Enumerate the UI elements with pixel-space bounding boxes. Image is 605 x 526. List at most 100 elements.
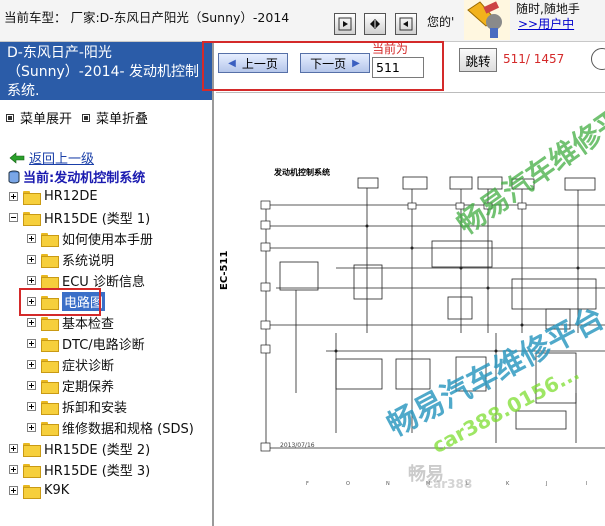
tree-item-label: 拆卸和安装 xyxy=(62,401,128,416)
tree-item[interactable]: 如何使用本手册 xyxy=(0,228,212,249)
back-link-label: 返回上一级 xyxy=(29,152,95,167)
selection-highlight xyxy=(19,288,101,316)
right-arrow-icon: ▶ xyxy=(352,57,360,69)
folder-icon xyxy=(23,442,41,457)
tree-item-label: HR15DE (类型 3) xyxy=(44,464,151,479)
expand-toggle-icon[interactable] xyxy=(27,234,36,243)
section-code-label: EC-511 xyxy=(219,250,230,290)
tree-item[interactable]: 维修数据和规格 (SDS) xyxy=(0,417,212,438)
folder-icon xyxy=(41,274,59,289)
tree-item[interactable]: 系统说明 xyxy=(0,249,212,270)
expand-toggle-icon[interactable] xyxy=(27,423,36,432)
svg-text:N: N xyxy=(386,481,390,487)
expand-all-label: 菜单展开 xyxy=(20,112,73,127)
play-left-icon[interactable] xyxy=(395,13,417,35)
search-icon[interactable] xyxy=(591,48,605,70)
expand-toggle-icon[interactable] xyxy=(27,255,36,264)
play-right-icon[interactable] xyxy=(334,13,356,35)
expand-all-button[interactable]: 菜单展开 xyxy=(6,108,72,127)
tree-item-label: 维修数据和规格 (SDS) xyxy=(62,422,194,437)
svg-text:F: F xyxy=(306,481,309,487)
mascot-logo xyxy=(464,0,510,40)
menu-tree: HR12DE HR15DE (类型 1) 如何使用本手册 系统说明 ECU 诊断信息 电路… xyxy=(0,186,212,501)
expand-toggle-icon[interactable] xyxy=(27,381,36,390)
folder-icon xyxy=(23,190,41,205)
collapse-all-button[interactable]: 菜单折叠 xyxy=(82,108,148,127)
current-vehicle-text: 当前车型： 厂家:D-东风日产阳光（Sunny）-2014 xyxy=(4,11,290,25)
tree-item-label: HR15DE (类型 2) xyxy=(44,443,151,458)
tree-item-label: 系统说明 xyxy=(62,254,115,269)
square-bullet-icon xyxy=(6,114,14,122)
jump-button[interactable]: 跳转 xyxy=(459,48,497,72)
tree-item-label: HR15DE (类型 1) xyxy=(44,212,151,227)
svg-text:M: M xyxy=(426,481,430,487)
expand-toggle-icon[interactable] xyxy=(9,444,18,453)
tree-item-label: K9K xyxy=(44,483,70,498)
page-number-input[interactable]: 511 xyxy=(372,57,424,78)
tree-item[interactable]: DTC/电路诊断 xyxy=(0,333,212,354)
tree-item[interactable]: 定期保养 xyxy=(0,375,212,396)
svg-text:I: I xyxy=(586,481,587,487)
left-arrow-icon: ◀ xyxy=(228,57,236,69)
tree-item-label: 症状诊断 xyxy=(62,359,115,374)
sidebar: D-东风日产-阳光（Sunny）-2014- 发动机控制系统. 菜单展开 菜单折… xyxy=(0,42,214,526)
svg-text:L: L xyxy=(466,481,469,487)
tree-item[interactable]: HR15DE (类型 1) xyxy=(0,207,212,228)
greeting-text: 您的' xyxy=(427,15,455,29)
tree-item[interactable]: 拆卸和安装 xyxy=(0,396,212,417)
back-link[interactable]: 返回上一级 xyxy=(9,148,94,167)
folder-icon xyxy=(41,421,59,436)
current-system: 当前:发动机控制系统 xyxy=(8,167,145,186)
expand-toggle-icon[interactable] xyxy=(27,339,36,348)
expand-toggle-icon[interactable] xyxy=(9,192,18,201)
svg-text:K: K xyxy=(506,481,510,487)
user-center-link[interactable]: >>用户中 xyxy=(518,15,574,32)
folder-icon xyxy=(41,400,59,415)
tree-item[interactable]: HR15DE (类型 2) xyxy=(0,438,212,459)
database-icon xyxy=(8,170,20,183)
prev-page-button[interactable]: ◀ 上一页 xyxy=(218,53,288,73)
expand-toggle-icon[interactable] xyxy=(9,486,18,495)
square-bullet-icon xyxy=(82,114,91,122)
folder-icon xyxy=(23,463,41,478)
folder-icon xyxy=(41,316,59,331)
page-count-text: 511/ 1457 xyxy=(503,52,565,66)
tree-item-label: HR12DE xyxy=(44,189,98,204)
tree-item[interactable]: HR15DE (类型 3) xyxy=(0,459,212,480)
folder-icon xyxy=(41,379,59,394)
top-bar: 当前车型： 厂家:D-东风日产阳光（Sunny）-2014 您的' 随时,随地手… xyxy=(0,0,605,42)
folder-icon xyxy=(23,211,41,226)
diagram-title: 发动机控制系统 xyxy=(274,168,330,177)
tree-item[interactable]: 症状诊断 xyxy=(0,354,212,375)
folder-icon xyxy=(23,484,41,499)
svg-text:O: O xyxy=(346,481,350,487)
expand-toggle-icon[interactable] xyxy=(27,276,36,285)
folder-icon xyxy=(41,232,59,247)
next-page-button[interactable]: 下一页 ▶ xyxy=(300,53,370,73)
tree-item-label: 如何使用本手册 xyxy=(62,233,154,248)
fit-arrows-icon[interactable] xyxy=(364,13,386,35)
wiring-diagram-viewer[interactable]: FON MLK JI EC-511 发动机控制系统 2013/07/16 畅易汽… xyxy=(216,93,605,526)
folder-icon xyxy=(41,253,59,268)
expand-toggle-icon[interactable] xyxy=(27,402,36,411)
current-page-label: 当前为 xyxy=(372,42,409,56)
folder-icon xyxy=(41,337,59,352)
tree-item[interactable]: HR12DE xyxy=(0,186,212,207)
tree-item[interactable]: K9K xyxy=(0,480,212,501)
collapse-all-label: 菜单折叠 xyxy=(96,112,149,127)
expand-toggle-icon[interactable] xyxy=(27,318,36,327)
tree-item-label: 定期保养 xyxy=(62,380,115,395)
current-system-label: 当前:发动机控制系统 xyxy=(23,171,146,186)
next-page-label: 下一页 xyxy=(310,56,347,71)
svg-text:J: J xyxy=(545,481,547,487)
expand-toggle-icon[interactable] xyxy=(27,360,36,369)
prev-page-label: 上一页 xyxy=(241,56,278,71)
tree-item-label: DTC/电路诊断 xyxy=(62,338,145,353)
folder-icon xyxy=(41,358,59,373)
back-arrow-icon xyxy=(9,151,25,164)
vehicle-header: D-东风日产-阳光（Sunny）-2014- 发动机控制系统. xyxy=(0,42,212,100)
collapse-toggle-icon[interactable] xyxy=(9,213,18,222)
wiring-diagram: FON MLK JI xyxy=(260,176,605,487)
expand-toggle-icon[interactable] xyxy=(9,465,18,474)
expand-collapse-row: 菜单展开 菜单折叠 xyxy=(6,108,148,127)
